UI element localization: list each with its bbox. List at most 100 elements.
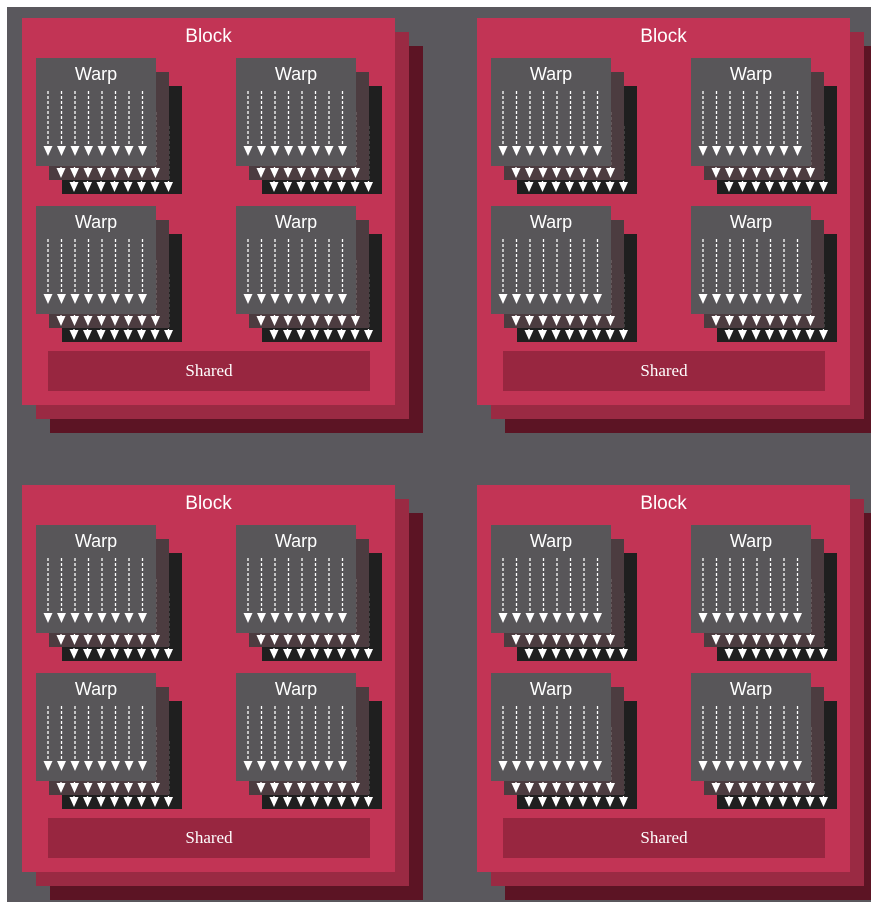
thread-arrow [593, 91, 602, 156]
thread-arrow [57, 91, 66, 156]
shared-memory-bar: Shared [503, 351, 825, 391]
block-title: Block [185, 493, 232, 514]
thread-arrow [566, 706, 575, 771]
thread-arrow [97, 239, 107, 304]
block-title: Block [640, 26, 687, 47]
thread-arrows [698, 239, 802, 304]
thread-arrow [43, 239, 53, 304]
thread-arrow [111, 239, 120, 304]
warp-layer-front: Warp [236, 525, 356, 633]
thread-arrow [752, 239, 762, 304]
warp-layer-front: Warp [236, 206, 356, 314]
block: Block Warp Warp Warp Warp Shared [22, 18, 442, 438]
thread-arrow [97, 91, 107, 156]
warp: Warp [691, 206, 841, 342]
block-front: Block Warp Warp Warp Warp Shared [477, 485, 850, 872]
thread-arrow [338, 706, 347, 771]
thread-arrow [124, 558, 134, 623]
thread-arrow [57, 239, 66, 304]
thread-arrow [284, 558, 293, 623]
thread-arrow [593, 239, 602, 304]
thread-arrow [739, 558, 748, 623]
warp: Warp [491, 206, 641, 342]
block-front: Block Warp Warp Warp Warp Shared [22, 485, 395, 872]
thread-arrow [297, 239, 307, 304]
thread-arrow [593, 706, 602, 771]
thread-arrow [793, 558, 802, 623]
thread-arrow [311, 91, 320, 156]
thread-arrow [566, 239, 575, 304]
thread-arrow [257, 558, 266, 623]
thread-arrow [324, 558, 334, 623]
thread-arrow [766, 91, 775, 156]
thread-arrow [111, 558, 120, 623]
thread-arrow [712, 239, 721, 304]
thread-arrow [257, 706, 266, 771]
thread-arrow [324, 239, 334, 304]
warp: Warp [691, 673, 841, 809]
warp: Warp [491, 525, 641, 661]
thread-arrow [779, 706, 789, 771]
warp-layer-front: Warp [36, 525, 156, 633]
thread-arrow [525, 91, 535, 156]
block-title: Block [185, 26, 232, 47]
thread-arrow [297, 558, 307, 623]
thread-arrow [124, 91, 134, 156]
warp: Warp [36, 206, 186, 342]
thread-arrow [579, 706, 589, 771]
thread-arrow [70, 706, 80, 771]
thread-arrows [498, 706, 602, 771]
block: Block Warp Warp Warp Warp Shared [477, 18, 871, 438]
block-front: Block Warp Warp Warp Warp Shared [477, 18, 850, 405]
thread-arrow [243, 239, 253, 304]
warp: Warp [36, 58, 186, 194]
thread-arrow [712, 558, 721, 623]
warp: Warp [691, 58, 841, 194]
warp: Warp [236, 206, 386, 342]
warp: Warp [236, 525, 386, 661]
thread-arrow [297, 706, 307, 771]
thread-arrow [338, 239, 347, 304]
shared-memory-bar: Shared [503, 818, 825, 858]
thread-arrow [525, 558, 535, 623]
thread-arrows [43, 239, 147, 304]
warp-layer-front: Warp [36, 58, 156, 166]
thread-arrow [297, 91, 307, 156]
thread-arrow [270, 706, 280, 771]
thread-arrow [593, 558, 602, 623]
thread-arrows [243, 239, 347, 304]
thread-arrow [498, 558, 508, 623]
thread-arrow [84, 91, 93, 156]
warp-layer-front: Warp [691, 525, 811, 633]
thread-arrow [766, 706, 775, 771]
thread-arrow [725, 239, 735, 304]
thread-arrow [512, 239, 521, 304]
thread-arrow [270, 239, 280, 304]
thread-arrow [284, 706, 293, 771]
thread-arrows [243, 558, 347, 623]
thread-arrow [752, 558, 762, 623]
thread-arrow [552, 706, 562, 771]
thread-arrow [138, 91, 147, 156]
thread-arrow [311, 558, 320, 623]
thread-arrow [766, 558, 775, 623]
thread-arrow [338, 91, 347, 156]
thread-arrow [57, 558, 66, 623]
thread-arrow [739, 91, 748, 156]
thread-arrow [257, 239, 266, 304]
thread-arrow [311, 239, 320, 304]
thread-arrows [243, 91, 347, 156]
warp: Warp [691, 525, 841, 661]
warp: Warp [236, 58, 386, 194]
block-front: Block Warp Warp Warp Warp Shared [22, 18, 395, 405]
shared-memory-bar: Shared [48, 818, 370, 858]
thread-arrow [698, 91, 708, 156]
thread-arrow [512, 706, 521, 771]
thread-arrow [84, 558, 93, 623]
thread-arrow [793, 91, 802, 156]
thread-arrows [498, 239, 602, 304]
thread-arrow [124, 239, 134, 304]
thread-arrow [539, 558, 548, 623]
thread-arrow [539, 239, 548, 304]
thread-arrow [270, 558, 280, 623]
